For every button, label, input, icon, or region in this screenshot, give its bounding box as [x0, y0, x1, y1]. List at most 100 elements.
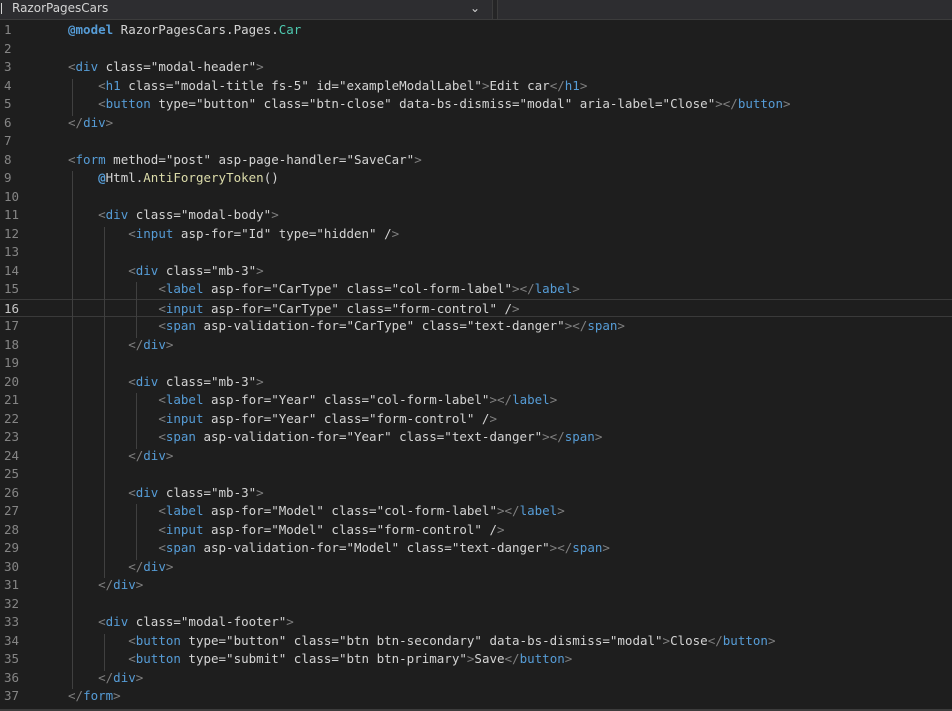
line-number: 20 [4, 373, 20, 389]
tab-title: RazorPagesCars [12, 1, 109, 15]
chevron-down-icon[interactable]: ⌄ [470, 1, 480, 15]
line-number: 6 [4, 114, 12, 130]
line-number: 18 [4, 336, 20, 352]
indent-guide [136, 504, 137, 560]
code-text: </div> [128, 447, 174, 463]
line-number: 37 [4, 688, 20, 703]
file-tab[interactable]: RazorPagesCars ⌄ [0, 0, 493, 19]
secondary-tab-area [497, 0, 952, 19]
line-number: 35 [4, 651, 20, 666]
code-line[interactable]: 15 <label asp-for="CarType" class="col-f… [0, 280, 952, 299]
code-line[interactable]: 1 @model RazorPagesCars.Pages.Car [0, 21, 952, 40]
code-line[interactable]: 37 </form> [0, 687, 952, 706]
code-line[interactable]: 24 </div> [0, 447, 952, 466]
line-number: 1 [4, 22, 12, 37]
code-line[interactable]: 27 <label asp-for="Model" class="col-for… [0, 502, 952, 521]
line-number: 5 [4, 96, 12, 111]
code-text: <form method="post" asp-page-handler="Sa… [68, 151, 422, 167]
line-number: 7 [4, 133, 12, 148]
line-number: 25 [4, 466, 20, 481]
code-line[interactable]: 33 <div class="modal-footer"> [0, 613, 952, 632]
indent-guide [136, 393, 137, 449]
line-number: 32 [4, 595, 20, 611]
code-line[interactable]: 19 [0, 354, 952, 373]
line-number: 11 [4, 207, 20, 222]
code-line[interactable]: 5 <button type="button" class="btn-close… [0, 95, 952, 114]
code-line[interactable]: 14 <div class="mb-3"> [0, 262, 952, 281]
code-line[interactable]: 9 @Html.AntiForgeryToken() [0, 169, 952, 188]
code-text: <input asp-for="Model" class="form-contr… [158, 521, 505, 537]
line-number: 8 [4, 151, 12, 167]
code-text: <span asp-validation-for="Year" class="t… [158, 429, 603, 444]
line-number: 31 [4, 577, 20, 592]
code-text: </div> [98, 577, 144, 592]
code-line[interactable]: 32 [0, 595, 952, 614]
code-line[interactable]: 16 <input asp-for="CarType" class="form-… [0, 298, 952, 317]
code-text: <label asp-for="CarType" class="col-form… [158, 281, 580, 296]
code-line[interactable]: 30 </div> [0, 558, 952, 577]
code-line[interactable]: 21 <label asp-for="Year" class="col-form… [0, 391, 952, 410]
code-text: <button type="button" class="btn btn-sec… [128, 632, 776, 648]
line-number: 4 [4, 77, 12, 93]
code-text: </form> [68, 688, 121, 703]
line-number: 10 [4, 188, 20, 204]
code-line[interactable]: 10 [0, 188, 952, 207]
code-line[interactable]: 25 [0, 465, 952, 484]
code-text: </div> [128, 336, 174, 352]
code-line[interactable]: 35 <button type="submit" class="btn btn-… [0, 650, 952, 669]
file-icon [1, 3, 8, 14]
code-line[interactable]: 34 <button type="button" class="btn btn-… [0, 632, 952, 651]
line-number: 3 [4, 59, 12, 74]
code-line[interactable]: 2 [0, 40, 952, 59]
indent-guide [72, 78, 73, 116]
code-text: <label asp-for="Year" class="col-form-la… [158, 392, 558, 407]
code-line[interactable]: 12 <input asp-for="Id" type="hidden" /> [0, 225, 952, 244]
code-line[interactable]: 7 [0, 132, 952, 151]
code-text: </div> [128, 558, 174, 574]
code-text: <input asp-for="Id" type="hidden" /> [128, 225, 400, 241]
line-number: 36 [4, 669, 20, 685]
line-number: 24 [4, 447, 20, 463]
line-number: 27 [4, 503, 20, 518]
code-line[interactable]: 26 <div class="mb-3"> [0, 484, 952, 503]
line-number: 22 [4, 410, 20, 426]
line-number: 34 [4, 632, 20, 648]
code-line[interactable]: 20 <div class="mb-3"> [0, 373, 952, 392]
code-text: <div class="mb-3"> [128, 373, 264, 389]
editor-tab-bar: RazorPagesCars ⌄ [0, 0, 952, 20]
code-line[interactable]: 13 [0, 243, 952, 262]
line-number: 12 [4, 225, 20, 241]
code-text: <div class="modal-body"> [98, 207, 279, 222]
line-number: 15 [4, 281, 20, 296]
indent-guide [104, 226, 105, 578]
code-editor[interactable]: 1 @model RazorPagesCars.Pages.Car 2 3 <div c… [0, 21, 952, 709]
code-line[interactable]: 18 </div> [0, 336, 952, 355]
line-number: 16 [4, 300, 20, 316]
code-text: <div class="mb-3"> [128, 484, 264, 500]
code-text: <button type="button" class="btn-close" … [98, 96, 791, 111]
line-number: 26 [4, 484, 20, 500]
code-line[interactable]: 11 <div class="modal-body"> [0, 206, 952, 225]
code-line[interactable]: 22 <input asp-for="Year" class="form-con… [0, 410, 952, 429]
line-number: 19 [4, 355, 20, 370]
code-line[interactable]: 17 <span asp-validation-for="CarType" cl… [0, 317, 952, 336]
line-number: 28 [4, 521, 20, 537]
code-line[interactable]: 6 </div> [0, 114, 952, 133]
code-line[interactable]: 3 <div class="modal-header"> [0, 58, 952, 77]
line-number: 2 [4, 40, 12, 56]
code-line[interactable]: 36 </div> [0, 669, 952, 688]
code-line[interactable]: 28 <input asp-for="Model" class="form-co… [0, 521, 952, 540]
code-line[interactable]: 31 </div> [0, 576, 952, 595]
code-line[interactable]: 4 <h1 class="modal-title fs-5" id="examp… [0, 77, 952, 96]
indent-guide [136, 282, 137, 338]
code-text: <h1 class="modal-title fs-5" id="example… [98, 77, 588, 93]
code-text: </div> [98, 669, 144, 685]
code-line[interactable]: 23 <span asp-validation-for="Year" class… [0, 428, 952, 447]
line-number: 23 [4, 429, 20, 444]
code-line[interactable]: 8 <form method="post" asp-page-handler="S… [0, 151, 952, 170]
line-number: 14 [4, 262, 20, 278]
indent-guide [104, 633, 105, 671]
line-number: 17 [4, 318, 20, 333]
code-text: <span asp-validation-for="Model" class="… [158, 540, 610, 555]
code-line[interactable]: 29 <span asp-validation-for="Model" clas… [0, 539, 952, 558]
